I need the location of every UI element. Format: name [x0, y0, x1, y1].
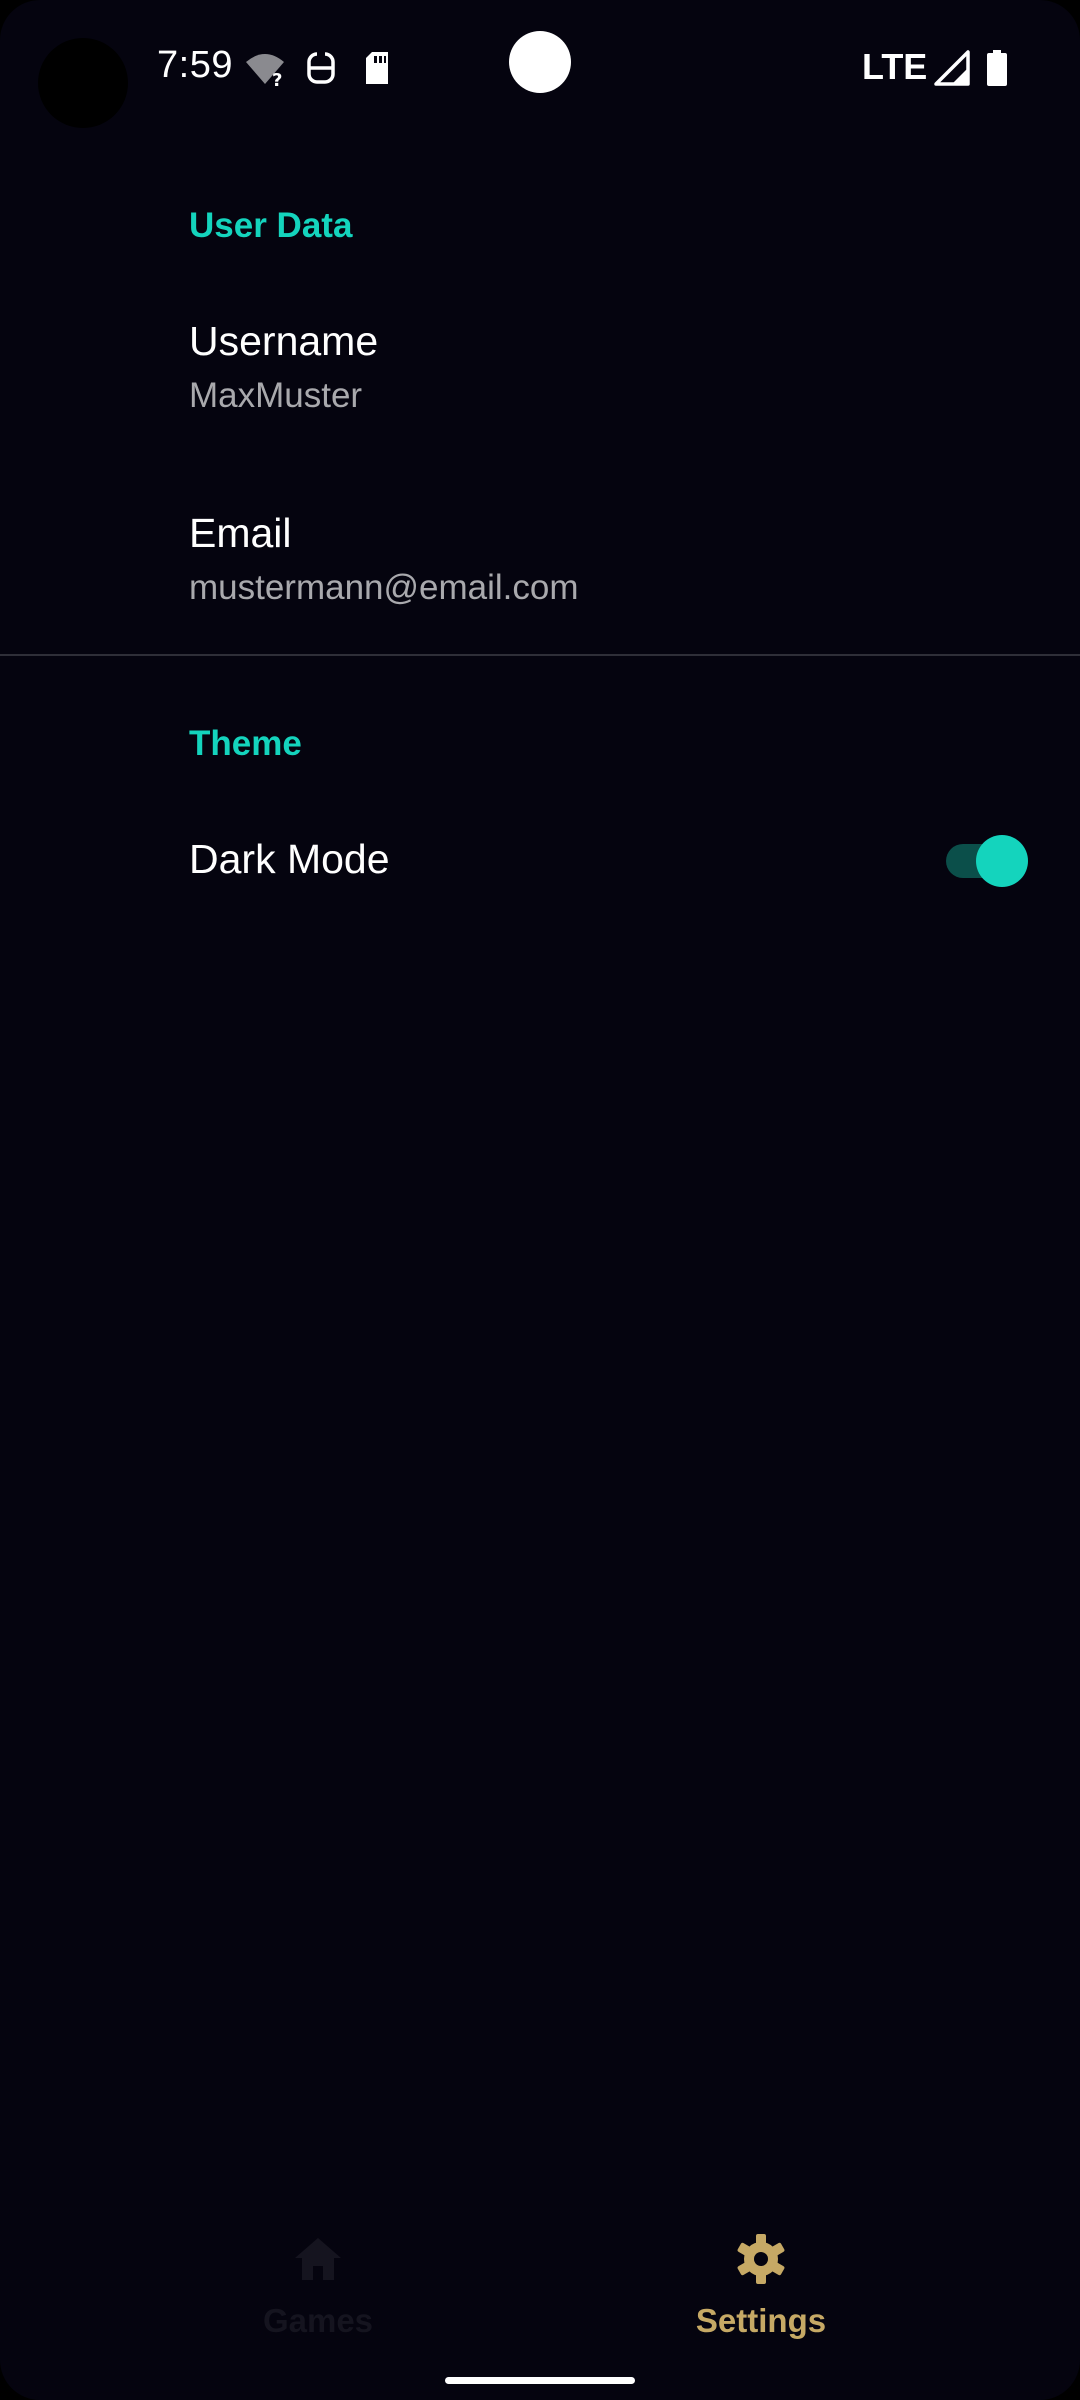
toggle-thumb — [976, 835, 1028, 887]
nav-item-settings[interactable]: Settings — [611, 2210, 911, 2350]
cell-signal-icon — [934, 50, 970, 86]
status-time: 7:59 — [157, 44, 233, 86]
network-type-label: LTE — [862, 46, 928, 87]
bottom-navigation: Games Settings — [0, 2210, 1080, 2350]
vpn-key-icon — [307, 50, 335, 84]
nav-label-games: Games — [262, 2302, 374, 2339]
settings-screen: 7:59 ? LTE User Data Username MaxMuster … — [0, 0, 1080, 2400]
section-header-theme: Theme — [189, 724, 302, 763]
username-value: MaxMuster — [189, 376, 363, 415]
home-indicator-bar[interactable] — [445, 2377, 635, 2384]
battery-icon — [987, 50, 1007, 86]
dark-mode-title: Dark Mode — [189, 836, 390, 882]
nav-item-games[interactable]: Games — [168, 2210, 468, 2350]
camera-cutout — [38, 38, 128, 128]
username-title: Username — [189, 318, 379, 364]
front-camera-punch-hole — [509, 31, 571, 93]
nav-label-settings: Settings — [695, 2302, 827, 2339]
home-icon — [295, 2238, 341, 2280]
email-title: Email — [189, 510, 292, 556]
gear-icon — [737, 2234, 785, 2284]
wifi-unknown-icon: ? — [246, 54, 284, 88]
dark-mode-toggle[interactable] — [944, 832, 1030, 887]
section-header-user-data: User Data — [189, 206, 353, 245]
section-divider — [0, 654, 1080, 656]
svg-text:?: ? — [272, 70, 282, 88]
email-value: mustermann@email.com — [189, 568, 579, 607]
status-bar: 7:59 ? LTE — [0, 0, 1080, 140]
sd-card-icon — [366, 52, 388, 84]
